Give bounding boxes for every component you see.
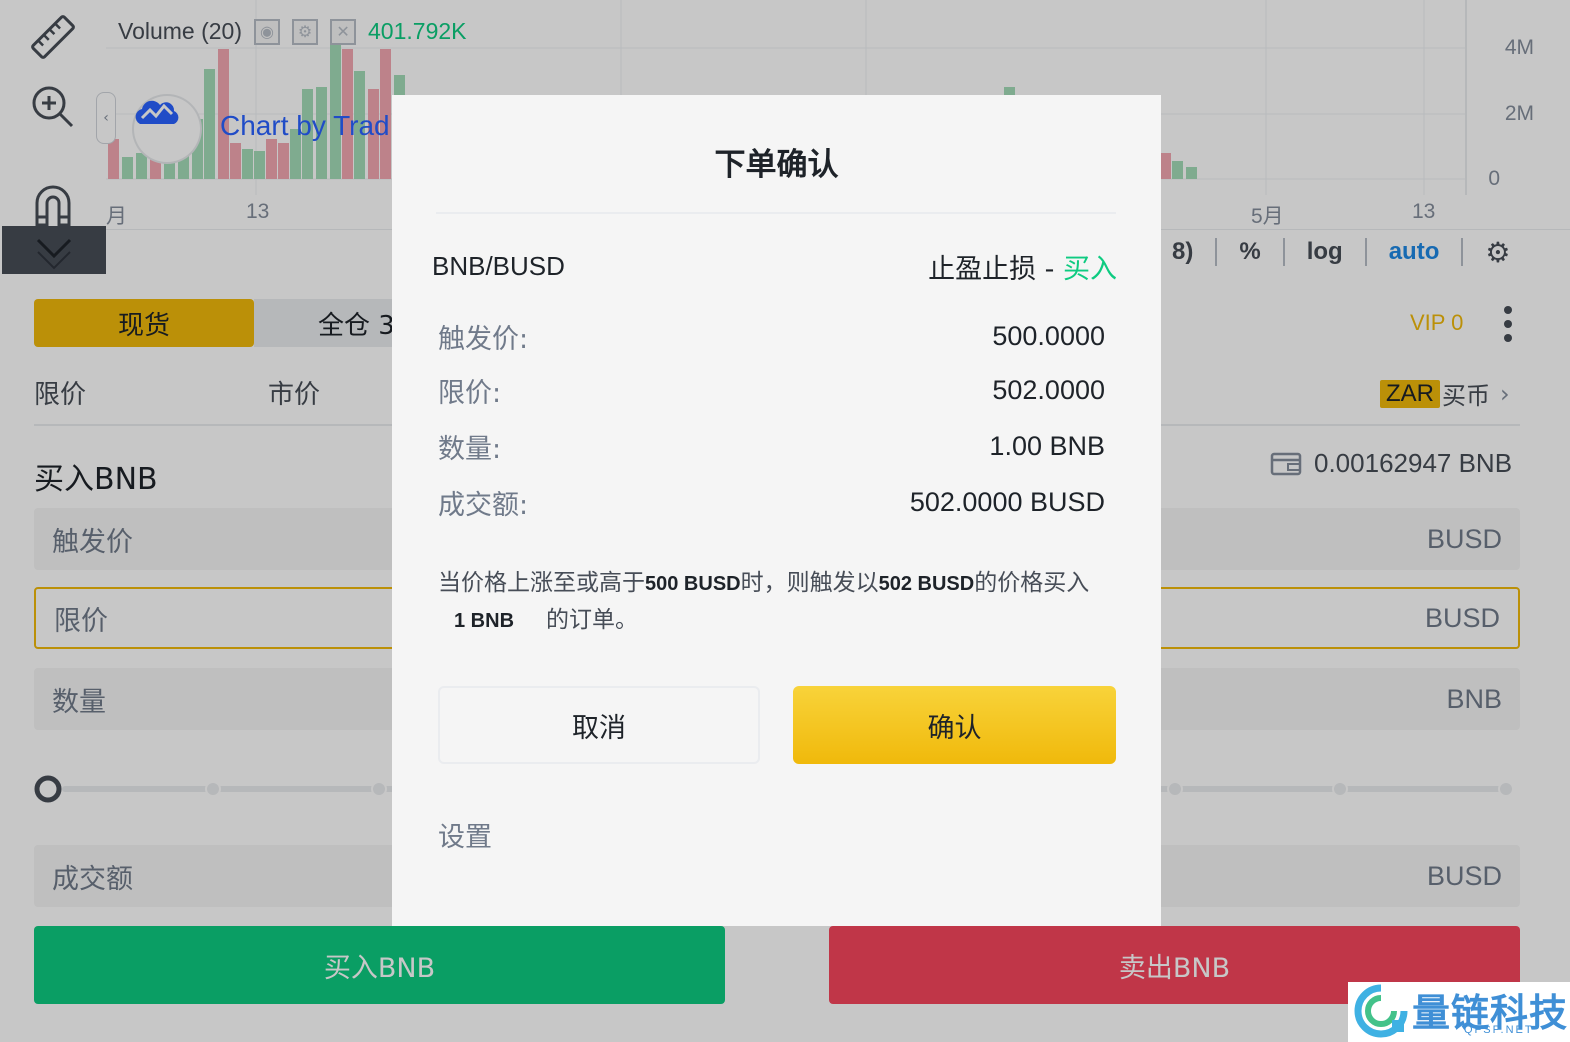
order-confirm-dialog: 下单确认 BNB/BUSD 止盈止损 - 买入 触发价: 500.0000 限价… <box>392 95 1161 926</box>
watermark-icon <box>1354 984 1408 1038</box>
order-side: 买入 <box>1063 254 1117 285</box>
detail-label: 数量: <box>438 434 502 465</box>
desc-trigger: 500 BUSD <box>645 573 741 595</box>
detail-row: 触发价: 500.0000 <box>438 317 1105 356</box>
order-type: 止盈止损 - 买入 <box>928 247 1117 286</box>
detail-value: 1.00 BNB <box>989 431 1105 461</box>
desc-text: 的价格买入 <box>974 570 1090 596</box>
confirm-button[interactable]: 确认 <box>793 686 1116 764</box>
detail-value: 502.0000 BUSD <box>909 487 1105 517</box>
desc-text: 时，则触发以 <box>740 570 879 596</box>
desc-limit: 502 BUSD <box>878 573 975 595</box>
cancel-button[interactable]: 取消 <box>438 686 760 764</box>
detail-row: 数量: 1.00 BNB <box>438 427 1105 466</box>
detail-value: 500.0000 <box>992 321 1105 351</box>
trading-pair: BNB/BUSD <box>432 251 565 281</box>
detail-label: 限价: <box>438 378 502 409</box>
desc-qty: 1 BNB <box>454 610 515 632</box>
watermark-subtext: QFSP.NET <box>1464 1024 1534 1036</box>
detail-value: 502.0000 <box>992 375 1105 405</box>
dialog-title: 下单确认 <box>714 147 839 183</box>
order-description: 当价格上涨至或高于500 BUSD时，则触发以502 BUSD的价格买入 1 B… <box>438 565 1118 639</box>
settings-link[interactable]: 设置 <box>438 815 492 854</box>
detail-label: 触发价: <box>438 324 529 355</box>
detail-row: 成交额: 502.0000 BUSD <box>438 483 1105 522</box>
divider <box>436 212 1116 214</box>
desc-text: 的订单。 <box>546 607 639 633</box>
desc-text: 当价格上涨至或高于 <box>438 570 645 596</box>
order-type-label: 止盈止损 - <box>928 254 1063 285</box>
watermark-logo: 量链科技 QFSP.NET <box>1348 982 1570 1042</box>
detail-row: 限价: 502.0000 <box>438 371 1105 410</box>
detail-label: 成交额: <box>438 490 529 521</box>
